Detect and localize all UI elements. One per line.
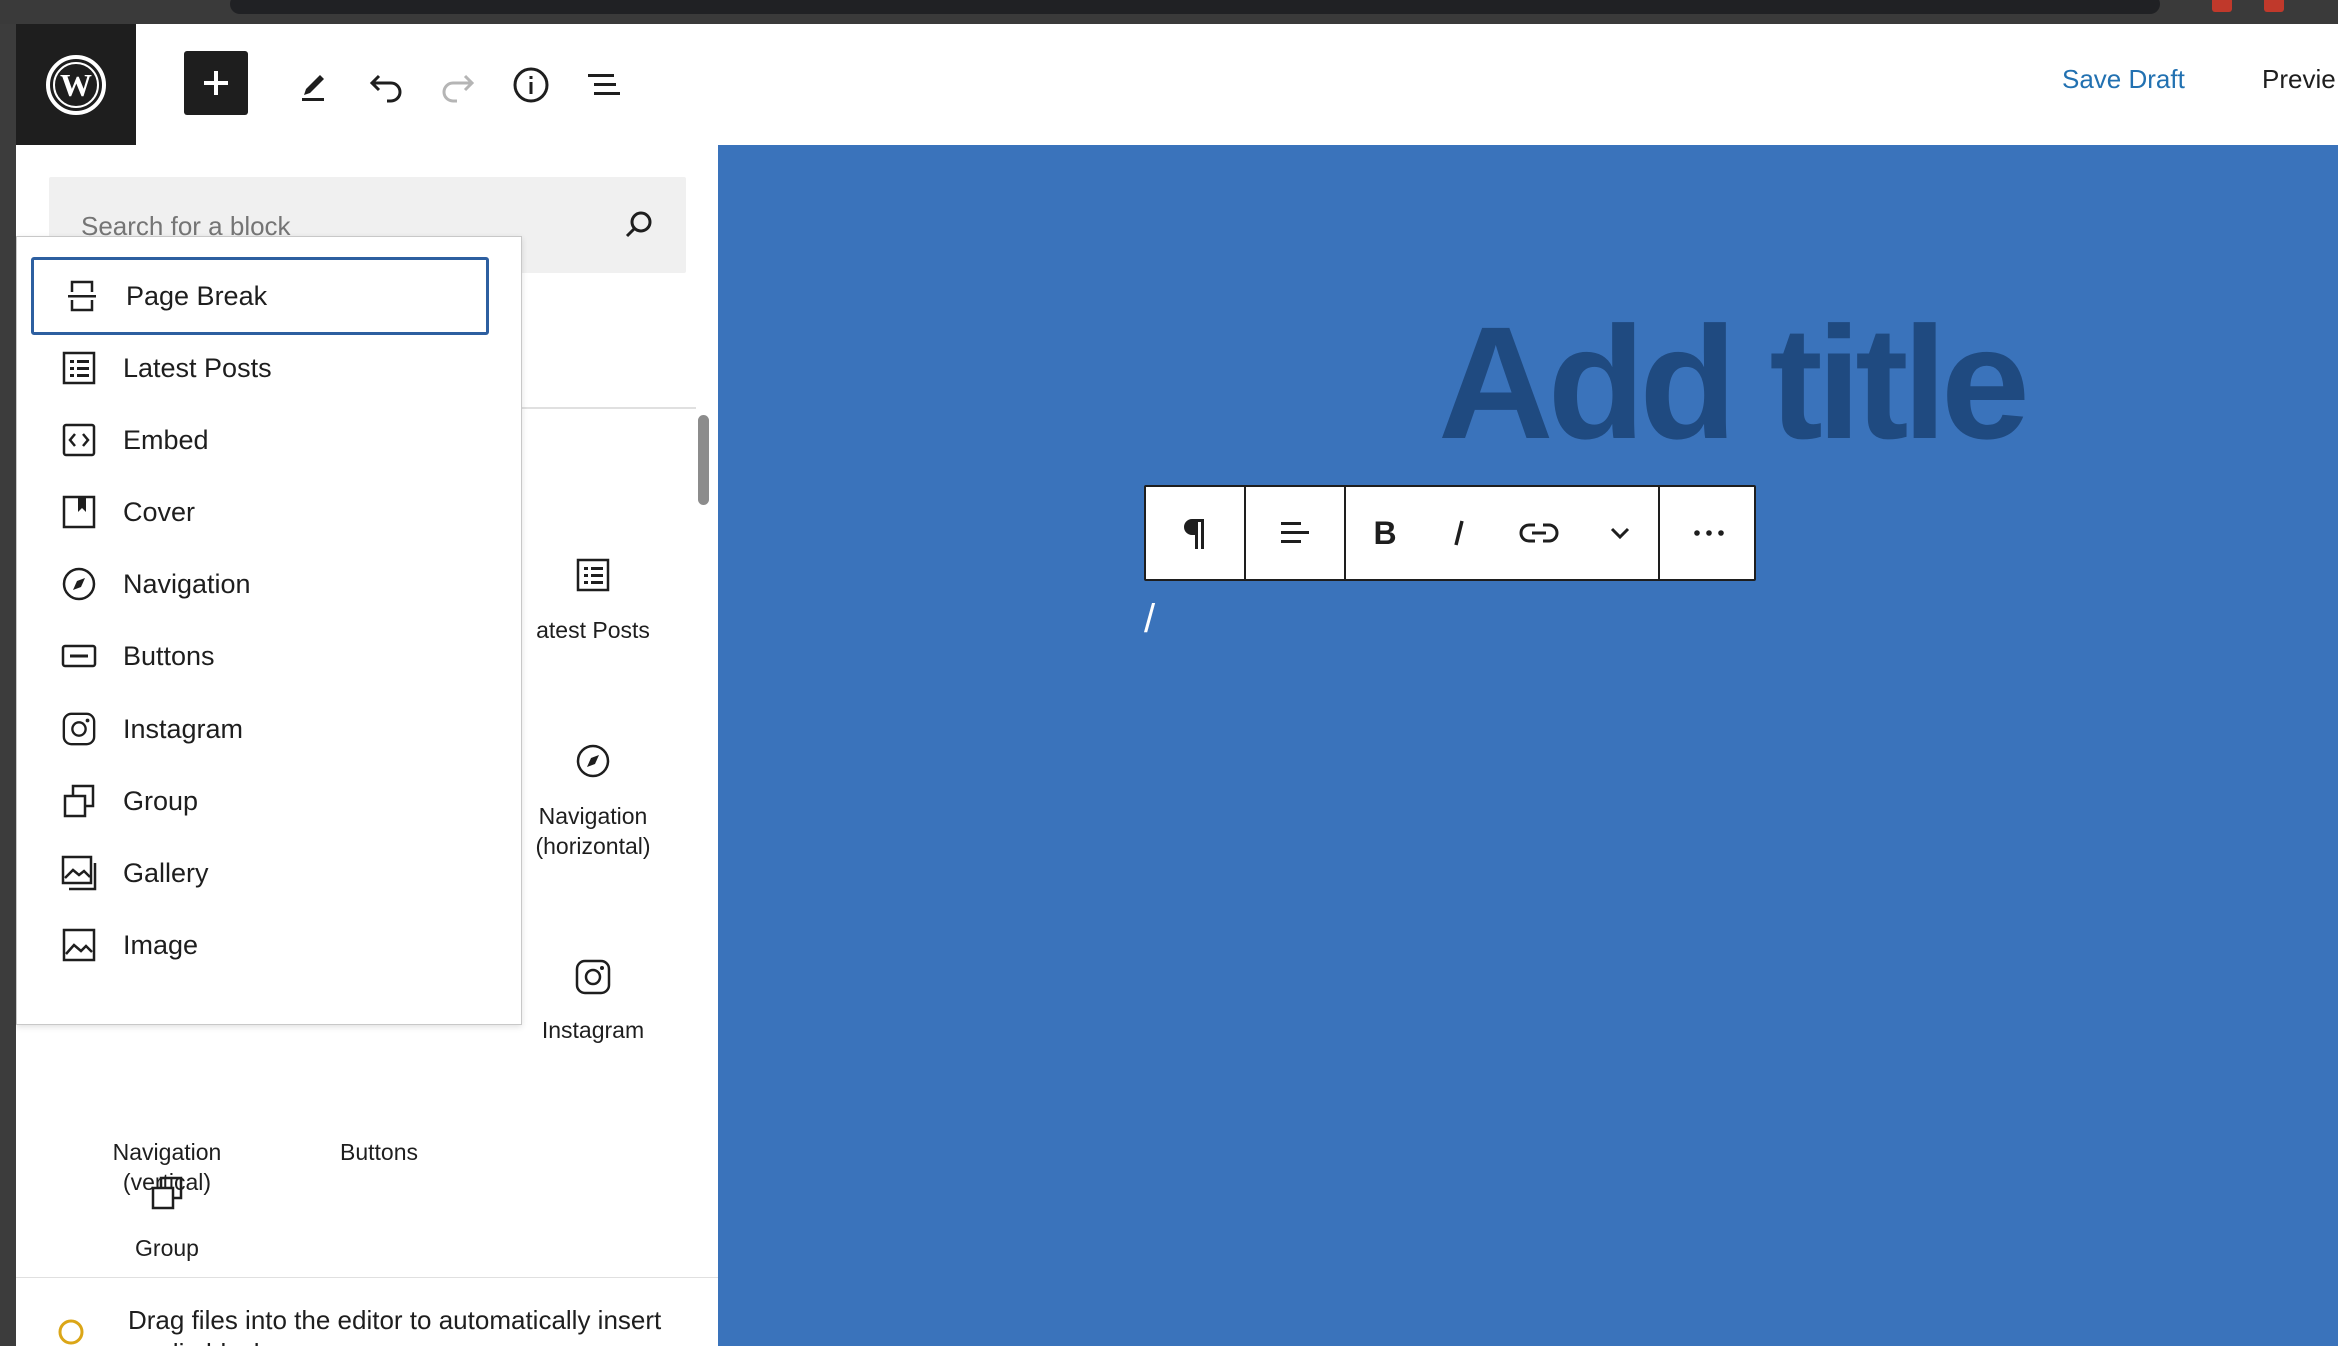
image-icon: [57, 923, 101, 967]
latest-posts-icon: [57, 346, 101, 390]
block-grid-label: Navigation (horizontal): [535, 803, 651, 859]
paragraph-block-content[interactable]: /: [1144, 597, 1155, 642]
buttons-icon: [57, 634, 101, 678]
instagram-icon: [57, 707, 101, 751]
panel-scrollbar[interactable]: [698, 415, 709, 505]
navigation-icon: [498, 741, 688, 781]
autocomplete-item-group[interactable]: Group: [31, 765, 487, 837]
chevron-down-icon: [1610, 527, 1630, 540]
gallery-icon: [57, 851, 101, 895]
align-text-button[interactable]: [1246, 487, 1344, 579]
list-view-button[interactable]: [571, 52, 637, 118]
editor-header: W Save Draft Previe: [16, 24, 2338, 146]
search-icon: [621, 207, 657, 248]
autocomplete-item-image[interactable]: Image: [31, 909, 487, 981]
more-options-icon: [1694, 530, 1724, 536]
autocomplete-item-gallery[interactable]: Gallery: [31, 837, 487, 909]
block-toolbar: B: [1144, 485, 1756, 581]
block-grid-item[interactable]: Instagram: [498, 957, 688, 1045]
browser-extension-badge[interactable]: [2264, 0, 2284, 12]
editor-canvas: Add title B /: [718, 145, 2338, 1346]
block-type-group: [1146, 487, 1246, 579]
autocomplete-item-label: Cover: [123, 496, 196, 527]
block-inserter-toggle-button[interactable]: [184, 51, 248, 115]
bold-button[interactable]: B: [1346, 487, 1424, 579]
block-grid-label: Instagram: [541, 1017, 645, 1043]
plus-icon: [204, 71, 228, 95]
bold-icon: B: [1373, 515, 1396, 551]
autocomplete-item-cover[interactable]: Cover: [31, 476, 487, 548]
block-grid-item[interactable]: Navigation (horizontal): [498, 741, 688, 861]
more-rich-text-controls-button[interactable]: [1582, 487, 1658, 579]
list-view-icon: [588, 74, 620, 95]
browser-address-bar[interactable]: [230, 0, 2160, 14]
wordpress-logo-button[interactable]: W: [16, 24, 136, 145]
block-grid-label: atest Posts: [536, 617, 650, 643]
pencil-icon: [302, 75, 324, 101]
redo-icon: [442, 74, 475, 103]
autocomplete-item-buttons[interactable]: Buttons: [31, 620, 487, 692]
tools-edit-button[interactable]: [281, 52, 347, 118]
block-grid-label: Buttons: [340, 1139, 418, 1165]
browser-left-edge: [0, 24, 16, 1346]
autocomplete-item-label: Instagram: [123, 713, 244, 744]
editor-app: W Save Draft Previe Search for a block a…: [16, 24, 2338, 1346]
autocomplete-item-latest-posts[interactable]: Latest Posts: [31, 332, 487, 404]
navigation-icon: [57, 562, 101, 606]
wordpress-icon: W: [46, 54, 106, 115]
block-options-button[interactable]: [1660, 487, 1758, 579]
redo-button[interactable]: [425, 52, 491, 118]
block-autocomplete-popover: Page Break Latest Posts Embed Cover Navi: [16, 236, 522, 1025]
undo-icon: [369, 74, 402, 103]
info-icon: [513, 67, 549, 103]
block-grid-item[interactable]: Group: [72, 1173, 262, 1263]
latest-posts-icon: [498, 555, 688, 595]
italic-button[interactable]: [1424, 487, 1496, 579]
autocomplete-item-navigation[interactable]: Navigation: [31, 548, 487, 620]
autocomplete-item-label: Group: [123, 785, 199, 816]
lightbulb-icon: [56, 1318, 86, 1346]
align-left-icon: [1281, 522, 1309, 543]
autocomplete-item-instagram[interactable]: Instagram: [31, 693, 487, 765]
undo-button[interactable]: [353, 52, 419, 118]
autocomplete-item-label: Navigation: [123, 568, 251, 599]
autocomplete-item-label: Image: [123, 929, 199, 960]
browser-extension-badge[interactable]: [2212, 0, 2232, 12]
link-icon: [1519, 523, 1559, 543]
autocomplete-item-label: Latest Posts: [123, 352, 272, 383]
group-icon: [72, 1173, 262, 1213]
preview-button[interactable]: Previe: [2262, 64, 2336, 95]
autocomplete-item-label: Page Break: [126, 280, 268, 311]
paragraph-block-switcher-button[interactable]: [1146, 487, 1244, 579]
block-grid-label: Group: [135, 1235, 199, 1261]
format-group: B: [1346, 487, 1660, 579]
details-button[interactable]: [498, 52, 564, 118]
page-break-icon: [60, 274, 104, 318]
block-grid-item[interactable]: atest Posts: [498, 555, 688, 645]
post-title-input[interactable]: Add title: [1438, 291, 2030, 475]
tip-text: Drag files into the editor to automatica…: [128, 1305, 662, 1346]
block-grid-item[interactable]: Buttons: [284, 1137, 474, 1167]
autocomplete-item-embed[interactable]: Embed: [31, 404, 487, 476]
autocomplete-item-label: Gallery: [123, 857, 209, 888]
embed-icon: [57, 418, 101, 462]
autocomplete-item-label: Embed: [123, 424, 209, 455]
group-icon: [57, 779, 101, 823]
options-group: [1660, 487, 1758, 579]
alignment-group: [1246, 487, 1346, 579]
svg-text:B: B: [1373, 515, 1396, 551]
autocomplete-item-page-break[interactable]: Page Break: [31, 257, 489, 335]
italic-icon: [1454, 520, 1464, 546]
inserter-tip: Drag files into the editor to automatica…: [16, 1277, 718, 1346]
save-draft-button[interactable]: Save Draft: [2062, 64, 2185, 95]
autocomplete-item-label: Buttons: [123, 640, 215, 671]
instagram-icon: [498, 957, 688, 997]
cover-icon: [57, 490, 101, 534]
paragraph-icon: [1184, 519, 1204, 549]
link-button[interactable]: [1496, 487, 1582, 579]
svg-text:W: W: [60, 67, 92, 103]
